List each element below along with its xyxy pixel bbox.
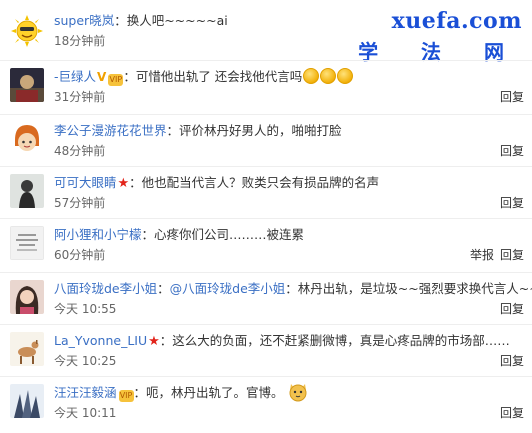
reply-button[interactable]: 回复 xyxy=(500,194,524,211)
timestamp: 今天 10:55 xyxy=(54,302,117,316)
comment-text: ：心疼你们公司………被连累 xyxy=(141,227,305,242)
comment-line: super晓岚：换人吧~~~~~ai xyxy=(54,10,228,29)
comment-text: ：他也配当代言人？败类只会有损品牌的名声 xyxy=(129,175,380,190)
divider xyxy=(0,376,532,377)
divider xyxy=(0,114,532,115)
comment-line: -巨绿人V VIP：可惜他出轨了 还会找他代言吗 xyxy=(54,66,354,86)
avatar[interactable] xyxy=(10,174,44,208)
comment-item: 八面玲珑de李小姐：@八面玲珑de李小姐：林丹出轨，是垃圾~~强烈要求换代言人~… xyxy=(0,276,532,322)
divider xyxy=(0,60,532,61)
site-watermark: xuefa.com 学 法 网 xyxy=(358,8,522,65)
username-link[interactable]: 八面玲珑de李小姐 xyxy=(54,281,157,296)
username-link[interactable]: 阿小狸和小宁檬 xyxy=(54,227,142,242)
username-link[interactable]: 李公子漫游花花世界 xyxy=(54,123,167,138)
comment-item: -巨绿人V VIP：可惜他出轨了 还会找他代言吗 31分钟前 回复 xyxy=(0,64,532,110)
timestamp: 31分钟前 xyxy=(54,90,106,104)
username-link[interactable]: 可可大眼睛 xyxy=(54,175,117,190)
comment-feed: super晓岚：换人吧~~~~~ai 18分钟前 xuefa.com 学 法 网… xyxy=(0,0,532,433)
comment-text: ：林丹出轨，是垃圾~~强烈要求换代言人~~ xyxy=(285,281,532,296)
reply-button[interactable]: 回复 xyxy=(500,352,524,369)
comment-item: 可可大眼睛★：他也配当代言人？败类只会有损品牌的名声 57分钟前 回复 xyxy=(0,170,532,216)
username-link[interactable]: super晓岚 xyxy=(54,13,114,28)
comment-text: ：评价林丹好男人的，啪啪打脸 xyxy=(166,123,342,138)
emoji-icon xyxy=(337,68,354,84)
divider xyxy=(0,324,532,325)
reply-button[interactable]: 回复 xyxy=(500,246,524,263)
comment-item: 阿小狸和小宁檬：心疼你们公司………被连累 60分钟前 举报 回复 xyxy=(0,222,532,268)
comment-item: 李公子漫游花花世界：评价林丹好男人的，啪啪打脸 48分钟前 回复 xyxy=(0,118,532,164)
avatar[interactable] xyxy=(10,280,44,314)
avatar[interactable] xyxy=(10,122,44,156)
star-badge-icon: ★ xyxy=(117,176,130,191)
comment-text: ：换人吧~~~~~ai xyxy=(114,13,228,28)
avatar[interactable] xyxy=(10,14,44,48)
comment-text: ：可惜他出轨了 还会找他代言吗 xyxy=(123,69,303,84)
reply-button[interactable]: 回复 xyxy=(500,88,524,105)
timestamp: 57分钟前 xyxy=(54,196,106,210)
comment-text: ：这么大的负面，还不赶紧删微博，真是心疼品牌的市场部…… xyxy=(159,333,510,348)
comment-line: 阿小狸和小宁檬：心疼你们公司………被连累 xyxy=(54,224,304,243)
reply-button[interactable]: 回复 xyxy=(500,404,524,421)
username-link[interactable]: 汪汪汪毅涵 xyxy=(54,385,117,400)
divider xyxy=(0,218,532,219)
emoji-icon xyxy=(303,68,320,84)
timestamp: 48分钟前 xyxy=(54,144,106,158)
mention-link[interactable]: @八面玲珑de李小姐 xyxy=(170,281,286,296)
emoji-icon xyxy=(320,68,337,84)
comment-item: 汪汪汪毅涵 VIP：呃，林丹出轨了。官博。 今天 10:11 回复 xyxy=(0,380,532,426)
comment-text: ：呃，林丹出轨了。官博。 xyxy=(133,385,284,400)
crown-badge-icon: VIP xyxy=(108,74,124,86)
cat-emoji-icon xyxy=(288,382,308,405)
reply-button[interactable]: 回复 xyxy=(500,300,524,317)
timestamp: 60分钟前 xyxy=(54,248,106,262)
divider xyxy=(0,272,532,273)
avatar[interactable] xyxy=(10,384,44,418)
comment-line: 汪汪汪毅涵 VIP：呃，林丹出轨了。官博。 xyxy=(54,382,308,405)
divider xyxy=(0,166,532,167)
report-button[interactable]: 举报 xyxy=(470,246,494,263)
watermark-domain: xuefa.com xyxy=(391,8,522,34)
crown-badge-icon: VIP xyxy=(118,390,134,402)
comment-item: La_Yvonne_LIU★：这么大的负面，还不赶紧删微博，真是心疼品牌的市场部… xyxy=(0,328,532,374)
comment-line: 李公子漫游花花世界：评价林丹好男人的，啪啪打脸 xyxy=(54,120,342,139)
username-link[interactable]: -巨绿人 xyxy=(54,69,96,84)
reply-button[interactable]: 回复 xyxy=(500,142,524,159)
username-link[interactable]: La_Yvonne_LIU xyxy=(54,333,147,348)
verified-v-icon: V xyxy=(97,70,107,84)
comment-line: 八面玲珑de李小姐：@八面玲珑de李小姐：林丹出轨，是垃圾~~强烈要求换代言人~… xyxy=(54,278,532,297)
timestamp: 今天 10:11 xyxy=(54,406,117,420)
star-badge-icon: ★ xyxy=(148,334,160,349)
comment-line: 可可大眼睛★：他也配当代言人？败类只会有损品牌的名声 xyxy=(54,172,379,191)
comment-line: La_Yvonne_LIU★：这么大的负面，还不赶紧删微博，真是心疼品牌的市场部… xyxy=(54,330,510,349)
avatar[interactable] xyxy=(10,332,44,366)
timestamp: 18分钟前 xyxy=(54,34,106,48)
avatar[interactable] xyxy=(10,68,44,102)
avatar[interactable] xyxy=(10,226,44,260)
timestamp: 今天 10:25 xyxy=(54,354,117,368)
